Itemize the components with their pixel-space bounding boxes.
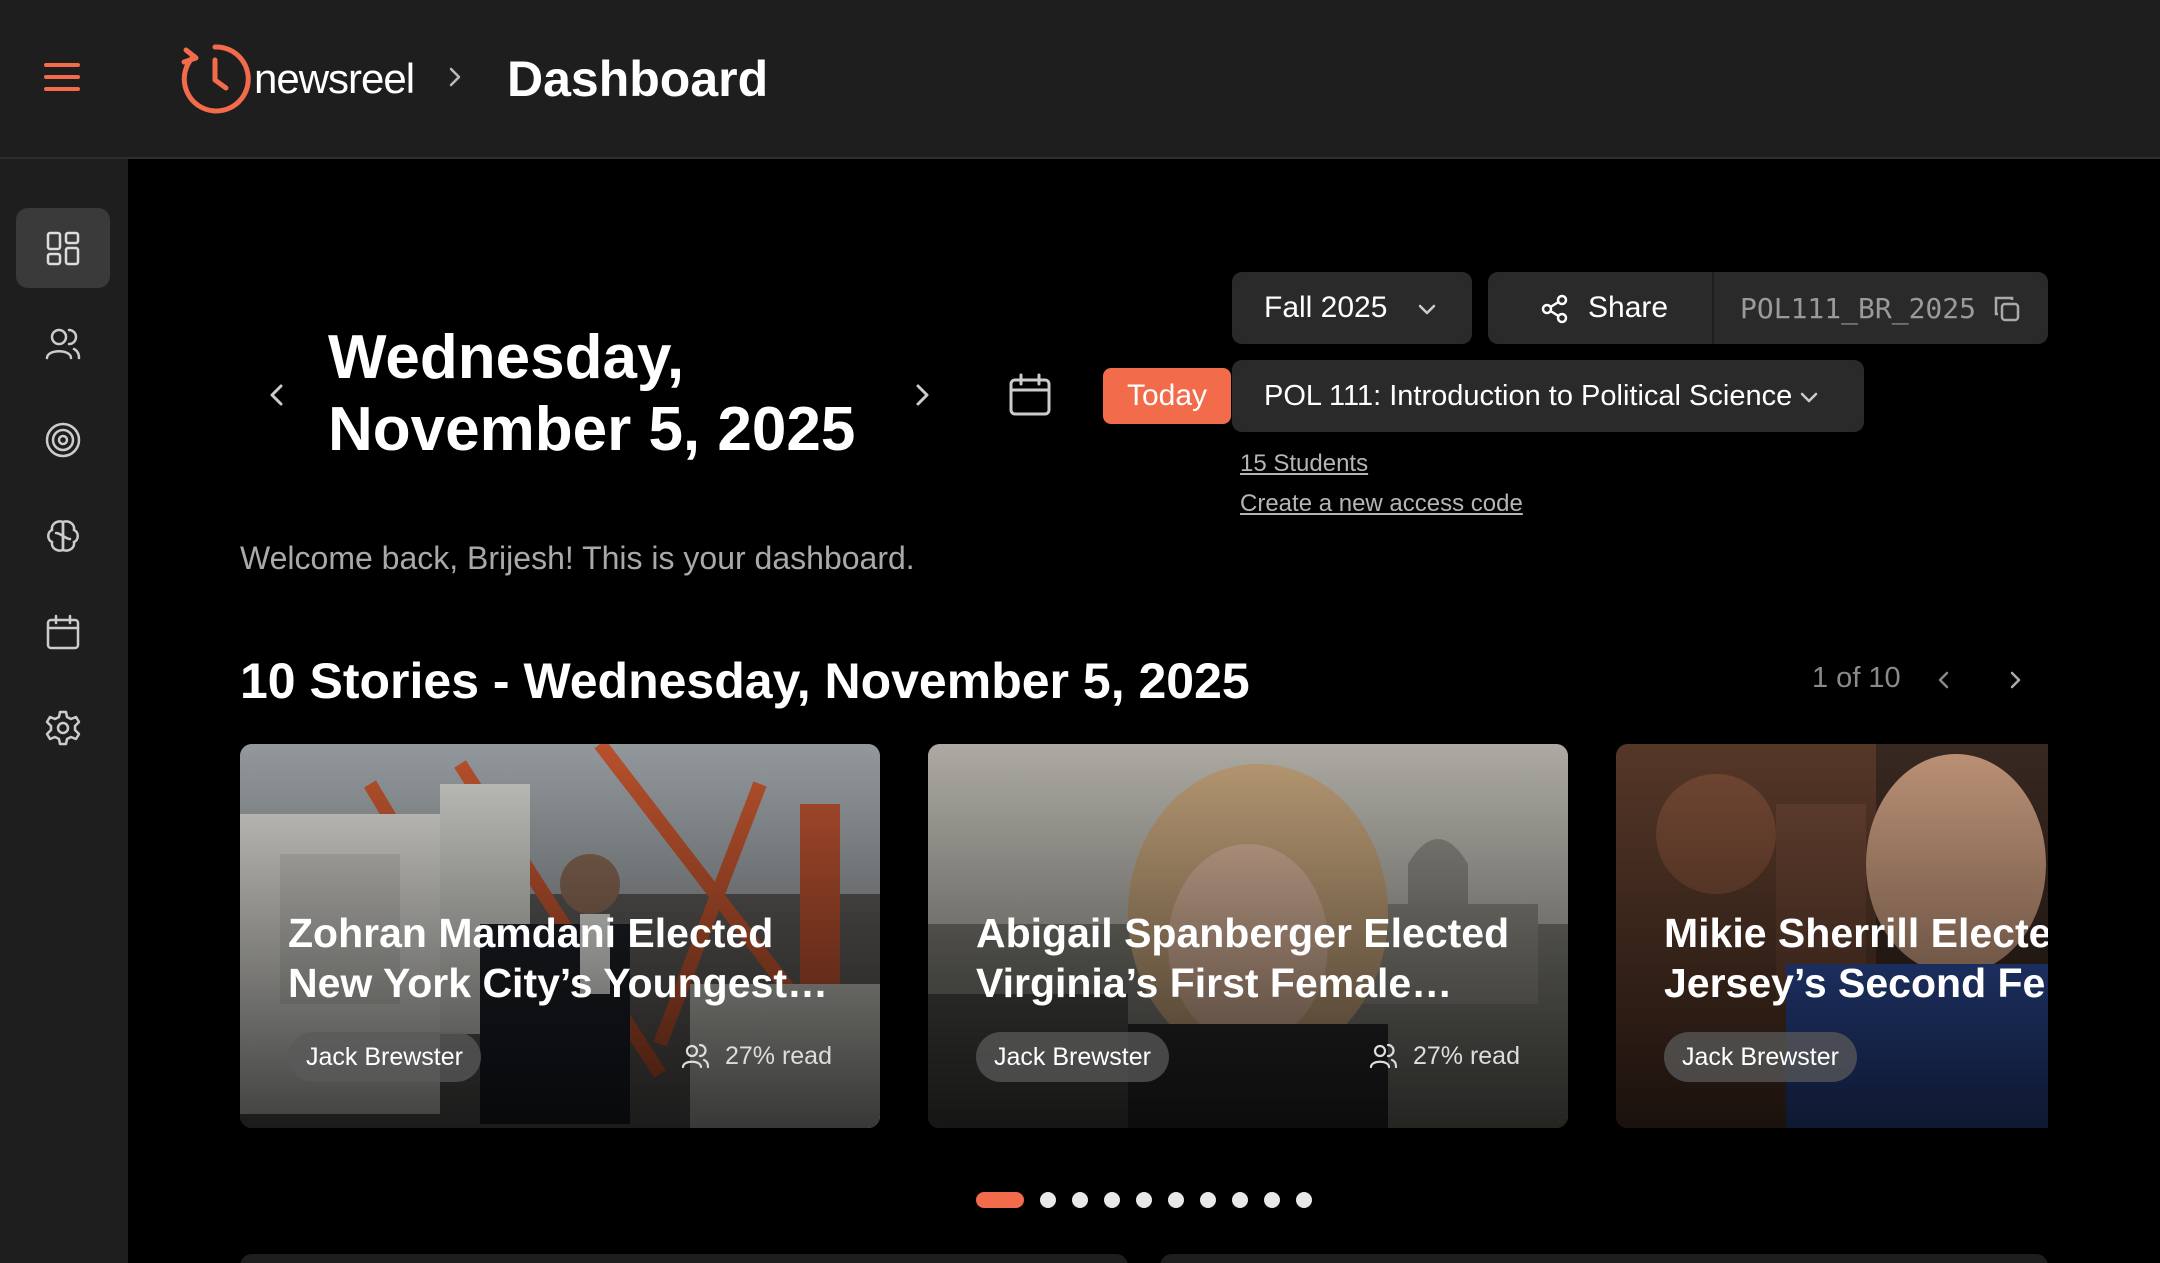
story-title: Mikie Sherrill Elected New Jersey’s Seco… [1664,908,2048,1008]
sidebar-item-students[interactable] [16,304,110,384]
course-value: POL 111: Introduction to Political Scien… [1264,379,1793,412]
carousel-dot[interactable] [1104,1192,1120,1208]
newsreel-logo-mark-icon [181,44,251,114]
students-link[interactable]: 15 Students [1240,450,1368,478]
gear-icon [45,710,81,746]
target-icon [45,422,81,458]
carousel-dot[interactable] [1264,1192,1280,1208]
date-picker-calendar-icon[interactable] [1005,370,1055,420]
author-badge: Jack Brewster [1664,1032,1857,1082]
author-badge: Jack Brewster [288,1032,481,1082]
date-full: November 5, 2025 [328,395,856,464]
sidebar [0,159,128,1263]
sidebar-item-goals[interactable] [16,400,110,480]
today-button[interactable]: Today [1103,368,1231,424]
calendar-icon [46,614,80,650]
date-weekday: Wednesday, [328,323,685,392]
share-group: Share POL111_BR_2025 [1488,272,2048,344]
sidebar-item-calendar[interactable] [16,592,110,672]
carousel-dot[interactable] [1232,1192,1248,1208]
users-icon [1369,1043,1398,1069]
copy-icon[interactable] [1992,294,2022,324]
author-badge: Jack Brewster [976,1032,1169,1082]
course-dropdown[interactable]: POL 111: Introduction to Political Scien… [1232,360,1864,432]
carousel-pagination [976,1191,1328,1209]
share-label: Share [1588,291,1669,324]
stories-carousel: Zohran Mamdani Elected New York City’s Y… [240,744,2048,1128]
users-icon [681,1043,710,1069]
next-day-chevron-icon[interactable] [905,378,939,412]
story-title-line-2: Virginia’s First Female… [976,960,1453,1006]
carousel-dot[interactable] [1168,1192,1184,1208]
sidebar-item-dashboard[interactable] [16,208,110,288]
previous-day-chevron-icon[interactable] [260,378,294,412]
users-icon [45,328,81,360]
story-title-line-1: Abigail Spanberger Elected [976,910,1510,956]
story-title-line-1: Mikie Sherrill Elected New [1664,910,2048,956]
dashboard-grid-icon [46,231,80,266]
read-percentage-text: 27% read [724,1041,832,1070]
selected-date-heading: Wednesday, November 5, 2025 [328,322,855,466]
welcome-message: Welcome back, Brijesh! This is your dash… [240,540,915,576]
chevron-down-icon [1800,392,1818,403]
carousel-dot[interactable] [1200,1192,1216,1208]
access-code: POL111_BR_2025 [1740,291,1977,325]
carousel-dot[interactable] [1040,1192,1056,1208]
top-bar: newsreel Dashboard [0,0,2160,159]
hamburger-menu-icon[interactable] [42,60,82,94]
logo-text: newsreel [254,55,415,102]
sidebar-item-settings[interactable] [16,688,110,768]
stories-next-chevron-icon[interactable] [2001,666,2029,694]
page-title: Dashboard [507,51,769,107]
story-card[interactable]: Zohran Mamdani Elected New York City’s Y… [240,744,880,1128]
story-card[interactable]: Abigail Spanberger Elected Virginia’s Fi… [928,744,1568,1128]
brain-icon [47,520,79,552]
lower-panel-right [1160,1254,2048,1263]
lower-panel-left [240,1254,1128,1263]
create-access-code-link[interactable]: Create a new access code [1240,490,1523,518]
term-dropdown[interactable]: Fall 2025 [1232,272,1472,344]
stories-prev-chevron-icon[interactable] [1930,666,1958,694]
carousel-dot[interactable] [976,1192,1024,1208]
read-percentage: 27% read [679,1040,832,1072]
carousel-dot[interactable] [1296,1192,1312,1208]
story-title: Zohran Mamdani Elected New York City’s Y… [288,908,848,1008]
stories-heading: 10 Stories - Wednesday, November 5, 2025 [240,653,1250,709]
chevron-right-icon [449,67,461,87]
story-card[interactable]: Mikie Sherrill Elected New Jersey’s Seco… [1616,744,2048,1128]
carousel-dot[interactable] [1072,1192,1088,1208]
read-percentage: 27% read [1367,1040,1520,1072]
term-value: Fall 2025 [1264,291,1388,324]
read-percentage-text: 27% read [1412,1041,1520,1070]
story-title-line-2: New York City’s Youngest… [288,960,828,1006]
sidebar-item-insights[interactable] [16,496,110,576]
story-title: Abigail Spanberger Elected Virginia’s Fi… [976,908,1536,1008]
carousel-dot[interactable] [1136,1192,1152,1208]
newsreel-logo[interactable]: newsreel [172,36,415,122]
chevron-down-icon [1418,304,1436,315]
share-icon [1541,294,1568,324]
story-title-line-1: Zohran Mamdani Elected [288,910,774,956]
stories-pager-text: 1 of 10 [1812,662,1901,694]
share-button[interactable]: Share [1488,272,1714,344]
story-title-line-2: Jersey’s Second Female… [1664,960,2048,1006]
